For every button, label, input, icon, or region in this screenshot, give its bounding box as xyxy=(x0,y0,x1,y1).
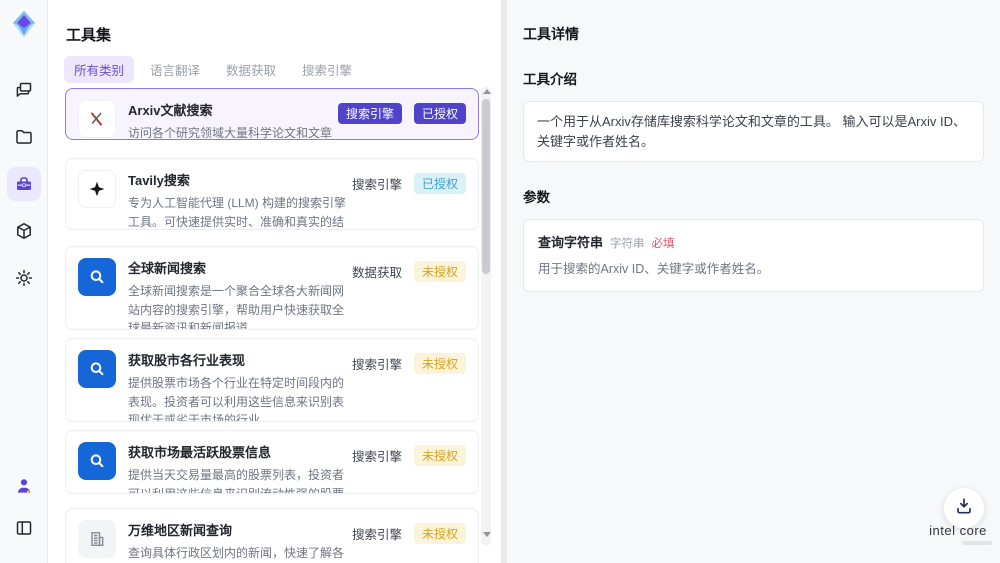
auth-status-badge: 未授权 xyxy=(413,522,466,544)
category-label: 数据获取 xyxy=(351,265,402,280)
arxiv-logo-icon xyxy=(78,100,116,138)
param-header: 查询字符串 字符串 必填 xyxy=(538,232,969,251)
tool-list-panel: 工具集 所有类别 语言翻译 数据获取 搜索引擎 Arxiv文献搜索 访问各个研究… xyxy=(48,0,501,563)
tool-card-stock-active[interactable]: 获取市场最活跃股票信息 提供当天交易量最高的股票列表，投资者可以利用这些信息来识… xyxy=(65,430,479,494)
param-name: 查询字符串 xyxy=(538,235,604,250)
tool-name: 获取股市各行业表现 xyxy=(128,353,246,368)
chat-icon xyxy=(14,80,34,100)
cube-icon xyxy=(14,221,34,241)
app-logo-icon[interactable] xyxy=(7,7,41,41)
building-icon xyxy=(78,520,116,558)
category-label: 搜索引擎 xyxy=(351,357,402,372)
gear-icon xyxy=(14,268,34,288)
auth-status-badge: 未授权 xyxy=(413,260,466,282)
tab-data-fetching[interactable]: 数据获取 xyxy=(216,56,286,83)
tool-meta: 搜索引擎 未授权 xyxy=(352,352,466,374)
sidebar-nav xyxy=(6,73,41,295)
param-type: 字符串 xyxy=(610,238,645,250)
tool-name: Tavily搜索 xyxy=(128,173,190,188)
tool-card-global-news[interactable]: 全球新闻搜索 全球新闻搜索是一个聚合全球各大新闻网站内容的搜索引擎，帮助用户快速… xyxy=(65,246,479,330)
intro-heading: 工具介绍 xyxy=(523,72,577,87)
download-icon xyxy=(954,496,974,521)
tool-card-body: 获取市场最活跃股票信息 提供当天交易量最高的股票列表，投资者可以利用这些信息来识… xyxy=(128,440,352,493)
tool-card-regional-news[interactable]: 万维地区新闻查询 查询具体行政区划内的新闻，快速了解各地新闻动 搜索引擎 未授权 xyxy=(65,508,479,563)
param-required-badge: 必填 xyxy=(651,238,675,250)
sidebar xyxy=(0,0,48,563)
sidebar-item-panel-toggle[interactable] xyxy=(7,511,41,545)
tool-name: 全球新闻搜索 xyxy=(128,261,207,276)
tab-all-categories[interactable]: 所有类别 xyxy=(64,56,135,83)
param-description: 用于搜索的Arxiv ID、关键字或作者姓名。 xyxy=(538,262,770,276)
tool-name: 获取市场最活跃股票信息 xyxy=(128,445,272,460)
tab-language-translation[interactable]: 语言翻译 xyxy=(140,56,210,83)
tool-card-body: 获取股市各行业表现 提供股票市场各个行业在特定时间段内的表现。投资者可以利用这些… xyxy=(128,348,352,421)
category-tabs: 所有类别 语言翻译 数据获取 搜索引擎 xyxy=(64,56,362,83)
params-heading: 参数 xyxy=(523,190,550,205)
tool-card-arxiv[interactable]: Arxiv文献搜索 访问各个研究领域大量科学论文和文章的存储库。 搜索引擎 已授… xyxy=(65,88,479,140)
tool-meta: 搜索引擎 已授权 xyxy=(337,102,466,124)
auth-status-badge: 已授权 xyxy=(413,172,466,194)
tab-search-engine[interactable]: 搜索引擎 xyxy=(292,56,362,83)
param-box: 查询字符串 字符串 必填 用于搜索的Arxiv ID、关键字或作者姓名。 xyxy=(523,219,984,292)
sidebar-bottom xyxy=(7,469,41,545)
intro-box: 一个用于从Arxiv存储库搜索科学论文和文章的工具。 输入可以是Arxiv ID… xyxy=(523,101,984,162)
stock-active-icon xyxy=(78,442,116,480)
tool-meta: 搜索引擎 未授权 xyxy=(352,444,466,466)
tool-card-stock-sector[interactable]: 获取股市各行业表现 提供股票市场各个行业在特定时间段内的表现。投资者可以利用这些… xyxy=(65,338,479,422)
sidebar-item-settings[interactable] xyxy=(7,261,41,295)
news-search-icon xyxy=(78,258,116,296)
tool-card-tavily[interactable]: Tavily搜索 专为人工智能代理 (LLM) 构建的搜索引擎工具。可快速提供实… xyxy=(65,158,479,230)
tool-meta: 数据获取 未授权 xyxy=(352,260,466,282)
details-title: 工具详情 xyxy=(523,26,579,42)
scroll-up-icon[interactable] xyxy=(483,89,491,94)
tool-card-body: Tavily搜索 专为人工智能代理 (LLM) 构建的搜索引擎工具。可快速提供实… xyxy=(128,168,352,229)
brand-subline xyxy=(962,541,992,545)
brand-text: intel core xyxy=(929,523,987,538)
tool-description: 全球新闻搜索是一个聚合全球各大新闻网站内容的搜索引擎，帮助用户快速获取全球最新资… xyxy=(128,284,345,330)
tool-meta: 搜索引擎 未授权 xyxy=(352,522,466,544)
sidebar-item-files[interactable] xyxy=(7,120,41,154)
category-label: 搜索引擎 xyxy=(351,449,402,464)
folder-icon xyxy=(14,127,34,147)
sidebar-item-user[interactable] xyxy=(7,469,41,503)
tool-name: 万维地区新闻查询 xyxy=(128,523,233,538)
user-icon xyxy=(14,476,34,496)
auth-status-badge: 已授权 xyxy=(413,102,466,124)
scroll-down-icon[interactable] xyxy=(483,532,491,537)
tool-description: 提供当天交易量最高的股票列表，投资者可以利用这些信息来识别流动性强的股票和潜在的… xyxy=(128,468,345,494)
auth-status-badge: 未授权 xyxy=(413,444,466,466)
tool-description: 访问各个研究领域大量科学论文和文章的存储库。 xyxy=(128,126,333,140)
tool-list: Arxiv文献搜索 访问各个研究领域大量科学论文和文章的存储库。 搜索引擎 已授… xyxy=(65,88,479,563)
tool-card-body: 全球新闻搜索 全球新闻搜索是一个聚合全球各大新闻网站内容的搜索引擎，帮助用户快速… xyxy=(128,256,352,329)
category-label: 搜索引擎 xyxy=(351,177,402,192)
tool-description: 提供股票市场各个行业在特定时间段内的表现。投资者可以利用这些信息来识别表现优于或… xyxy=(128,376,345,422)
category-badge: 搜索引擎 xyxy=(337,102,402,124)
tool-card-body: 万维地区新闻查询 查询具体行政区划内的新闻，快速了解各地新闻动 xyxy=(128,518,352,562)
toolbox-icon xyxy=(14,174,34,194)
tool-details-panel: 工具详情 工具介绍 一个用于从Arxiv存储库搜索科学论文和文章的工具。 输入可… xyxy=(507,0,1000,563)
page-title: 工具集 xyxy=(66,27,112,44)
intro-text: 一个用于从Arxiv存储库搜索科学论文和文章的工具。 输入可以是Arxiv ID… xyxy=(537,114,967,149)
sidebar-item-packages[interactable] xyxy=(7,214,41,248)
scrollbar-thumb[interactable] xyxy=(482,99,490,274)
tool-description: 专为人工智能代理 (LLM) 构建的搜索引擎工具。可快速提供实时、准确和真实的结… xyxy=(128,196,347,229)
tool-description: 查询具体行政区划内的新闻，快速了解各地新闻动 xyxy=(128,546,345,560)
sidebar-item-tools[interactable] xyxy=(6,167,41,201)
stock-sector-icon xyxy=(78,350,116,388)
auth-status-badge: 未授权 xyxy=(413,352,466,374)
sidebar-item-chat[interactable] xyxy=(7,73,41,107)
tool-card-body: Arxiv文献搜索 访问各个研究领域大量科学论文和文章的存储库。 xyxy=(128,98,338,139)
tavily-star-icon xyxy=(78,170,116,208)
intel-core-logo: intel core xyxy=(922,523,994,545)
category-label: 搜索引擎 xyxy=(351,527,402,542)
tool-name: Arxiv文献搜索 xyxy=(128,103,213,118)
panel-toggle-icon xyxy=(14,518,34,538)
tool-meta: 搜索引擎 已授权 xyxy=(352,172,466,194)
